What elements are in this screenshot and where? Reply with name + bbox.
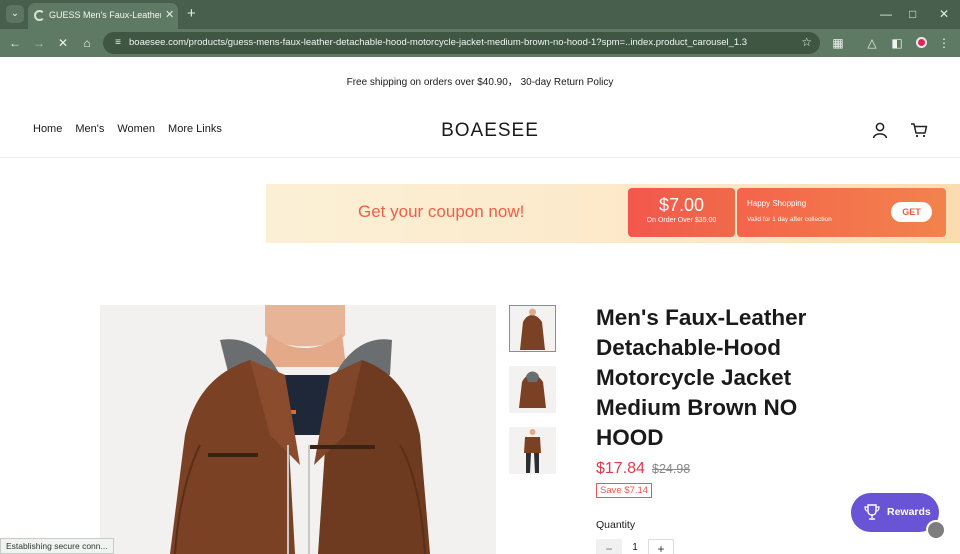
product-thumbnail-2[interactable] bbox=[509, 366, 556, 413]
cart-icon[interactable] bbox=[910, 121, 928, 139]
window-close-icon[interactable]: ✕ bbox=[939, 7, 949, 21]
coupon-amount-box: $7.00 On Order Over $35.00 bbox=[628, 188, 735, 237]
extensions-icon[interactable]: ▦ bbox=[830, 35, 846, 51]
profile-avatar-icon[interactable] bbox=[916, 37, 927, 48]
new-tab-icon[interactable]: + bbox=[187, 5, 196, 22]
coupon-info-box: Happy Shopping Valid for 1 day after col… bbox=[737, 188, 946, 237]
forward-icon[interactable]: → bbox=[31, 35, 47, 51]
coupon-headline: Get your coupon now! bbox=[358, 202, 525, 221]
maximize-icon[interactable]: □ bbox=[909, 7, 916, 21]
address-bar[interactable]: ≡ boaesee.com/products/guess-mens-faux-l… bbox=[103, 32, 820, 54]
loading-spinner-icon bbox=[34, 10, 45, 21]
store-page: Free shipping on orders over $40.90， 30-… bbox=[0, 57, 960, 554]
tab-close-icon[interactable]: ✕ bbox=[165, 8, 174, 21]
site-info-icon[interactable]: ≡ bbox=[111, 36, 125, 50]
coupon-banner: Get your coupon now! $7.00 On Order Over… bbox=[266, 184, 960, 243]
bookmark-star-icon[interactable]: ☆ bbox=[801, 35, 812, 49]
header-divider bbox=[0, 157, 960, 158]
labs-flask-icon[interactable]: △ bbox=[864, 35, 880, 51]
browser-toolbar: ← → ✕ ⌂ ≡ boaesee.com/products/guess-men… bbox=[0, 29, 960, 57]
rewards-label: Rewards bbox=[887, 506, 931, 518]
coupon-title: Happy Shopping bbox=[747, 199, 807, 208]
accessibility-icon[interactable] bbox=[926, 520, 946, 540]
account-icon[interactable] bbox=[871, 121, 889, 139]
product-price: $17.84 bbox=[596, 460, 645, 477]
trophy-icon bbox=[864, 504, 880, 520]
quantity-input[interactable]: 1 bbox=[622, 542, 648, 553]
stop-loading-icon[interactable]: ✕ bbox=[55, 35, 71, 51]
product-thumbnail-1[interactable] bbox=[509, 305, 556, 352]
announcement-bar: Free shipping on orders over $40.90， 30-… bbox=[346, 77, 614, 88]
quantity-increase-button[interactable]: + bbox=[648, 539, 674, 554]
product-main-image[interactable] bbox=[100, 305, 496, 554]
brand-logo[interactable]: BOAESEE bbox=[0, 120, 960, 142]
compare-at-price: $24.98 bbox=[652, 462, 691, 476]
coupon-amount: $7.00 bbox=[658, 195, 705, 215]
browser-window: ⌄ GUESS Men's Faux-Leather Det ✕ + — □ ✕… bbox=[0, 0, 960, 554]
product-title: Men's Faux-Leather Detachable-Hood Motor… bbox=[596, 305, 807, 450]
minimize-icon[interactable]: — bbox=[880, 7, 892, 21]
back-icon[interactable]: ← bbox=[7, 35, 23, 51]
active-tab[interactable]: GUESS Men's Faux-Leather Det ✕ bbox=[28, 3, 178, 29]
side-panel-icon[interactable]: ◧ bbox=[889, 35, 905, 51]
home-icon[interactable]: ⌂ bbox=[79, 35, 95, 51]
product-thumbnail-3[interactable] bbox=[509, 427, 556, 474]
tab-title: GUESS Men's Faux-Leather Det bbox=[49, 10, 161, 20]
browser-menu-icon[interactable]: ⋮ bbox=[936, 35, 952, 51]
coupon-get-button[interactable]: GET bbox=[891, 202, 932, 222]
coupon-minimum: On Order Over $35.00 bbox=[646, 217, 717, 224]
savings-badge: Save $7.14 bbox=[596, 483, 653, 498]
url-text[interactable]: boaesee.com/products/guess-mens-faux-lea… bbox=[129, 37, 789, 48]
quantity-label: Quantity bbox=[596, 519, 636, 531]
quantity-decrease-button[interactable]: − bbox=[596, 539, 622, 554]
tab-strip: ⌄ GUESS Men's Faux-Leather Det ✕ + — □ ✕ bbox=[0, 0, 960, 29]
status-bar: Establishing secure conn... bbox=[0, 538, 114, 554]
tab-search-icon[interactable]: ⌄ bbox=[6, 5, 24, 23]
coupon-validity: Valid for 1 day after collection bbox=[747, 216, 832, 223]
